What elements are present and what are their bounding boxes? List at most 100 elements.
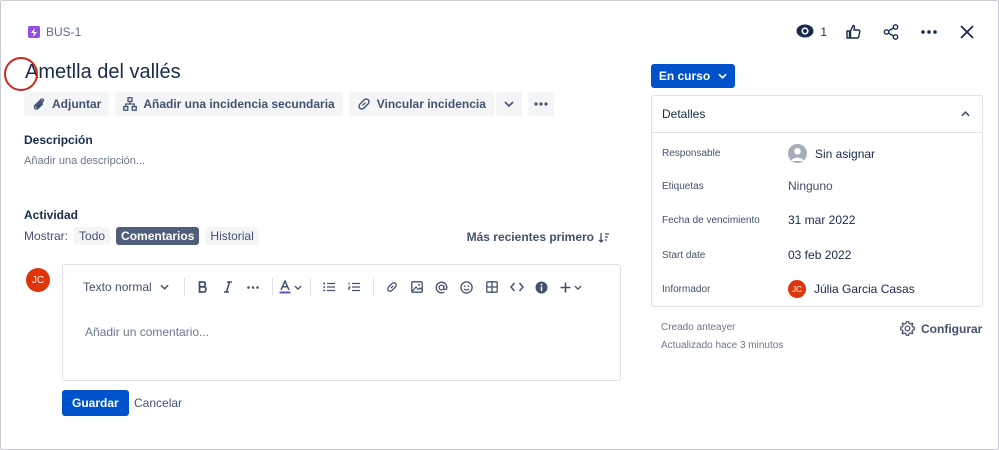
insert-image-button[interactable] [405, 276, 429, 298]
link-icon [358, 98, 370, 110]
link-issue-dropdown[interactable] [495, 92, 522, 116]
field-label: Start date [662, 249, 706, 261]
numbered-list-button[interactable] [342, 276, 366, 298]
add-child-label: Añadir una incidencia secundaria [143, 97, 335, 111]
description-label: Descripción [24, 133, 93, 147]
field-value: Sin asignar [815, 146, 876, 161]
field-value[interactable]: Ninguno [788, 179, 833, 193]
field-due-date: Fecha de vencimiento 31 mar 2022 [662, 213, 972, 227]
field-value[interactable]: 31 mar 2022 [788, 213, 855, 227]
bold-icon [198, 281, 207, 293]
more-actions-button[interactable] [917, 21, 941, 43]
more-icon [534, 102, 548, 106]
image-icon [410, 281, 423, 293]
toolbar-divider [372, 278, 374, 296]
bullet-list-icon [322, 282, 335, 292]
italic-icon [223, 281, 232, 293]
share-button[interactable] [879, 21, 903, 43]
description-input[interactable]: Añadir una descripción... [24, 155, 145, 167]
comment-input[interactable]: Añadir un comentario... [85, 325, 209, 339]
configure-button[interactable]: Configurar [900, 321, 982, 336]
activity-label: Actividad [24, 208, 79, 222]
issue-type-icon [28, 26, 40, 38]
toolbar-divider [271, 278, 273, 296]
field-assignee: Responsable Sin asignar [662, 144, 972, 163]
sort-icon [598, 232, 609, 243]
activity-filter-row: Mostrar: Todo Comentarios Historial [24, 227, 259, 245]
status-dropdown[interactable]: En curso [651, 64, 735, 88]
text-style-dropdown[interactable]: Texto normal [83, 276, 177, 298]
filter-all[interactable]: Todo [74, 227, 111, 245]
text-color-button[interactable] [279, 276, 303, 298]
toolbar-divider [183, 278, 185, 296]
field-value: Júlia Garcia Casas [814, 282, 915, 296]
thumbs-up-icon [846, 24, 861, 39]
text-color-icon [279, 280, 291, 294]
field-label: Responsable [662, 148, 721, 159]
insert-link-button[interactable] [380, 276, 404, 298]
issue-toolbar: Adjuntar Añadir una incidencia secundari… [24, 92, 554, 116]
filter-comments[interactable]: Comentarios [116, 227, 200, 245]
chevron-up-icon [961, 111, 970, 117]
editor-toolbar: Texto normal [83, 276, 584, 298]
save-button[interactable]: Guardar [62, 390, 129, 416]
paperclip-icon [33, 98, 45, 110]
gear-icon [900, 321, 915, 336]
field-label: Etiquetas [662, 180, 704, 192]
comment-editor[interactable]: Texto normal Añadir un comentario... [62, 264, 621, 381]
info-icon [535, 281, 548, 293]
add-child-issue-button[interactable]: Añadir una incidencia secundaria [115, 92, 343, 116]
issue-key: BUS-1 [46, 25, 82, 39]
code-button[interactable] [505, 276, 529, 298]
chevron-down-icon [504, 101, 514, 107]
link-issue-group: Vincular incidencia [348, 92, 522, 116]
sort-label: Más recientes primero [466, 230, 594, 244]
issue-title[interactable]: Ametlla del vallés [25, 61, 181, 84]
sort-button[interactable]: Más recientes primero [467, 230, 610, 244]
link-issue-button[interactable]: Vincular incidencia [348, 92, 494, 116]
close-button[interactable] [955, 21, 979, 43]
created-text: Creado anteayer [661, 322, 736, 333]
bold-button[interactable] [191, 276, 215, 298]
attach-label: Adjuntar [52, 97, 102, 111]
more-formatting-button[interactable] [241, 276, 265, 298]
configure-label: Configurar [921, 321, 983, 336]
filter-history[interactable]: Historial [205, 227, 259, 245]
field-reporter: Informador JC Júlia Garcia Casas [662, 280, 972, 298]
attach-button[interactable]: Adjuntar [24, 92, 110, 116]
issue-key-link[interactable]: BUS-1 [28, 25, 81, 39]
hierarchy-icon [123, 97, 138, 111]
watch-button[interactable]: 1 [796, 24, 827, 41]
field-start-date: Start date 03 feb 2022 [662, 248, 972, 262]
text-style-label: Texto normal [83, 280, 152, 294]
chevron-down-icon [294, 284, 302, 290]
field-label: Fecha de vencimiento [662, 214, 760, 226]
code-icon [509, 282, 524, 292]
annotation-circle [4, 57, 38, 91]
info-panel-button[interactable] [530, 276, 554, 298]
assignee-value[interactable]: Sin asignar [788, 144, 875, 163]
field-label: Informador [662, 283, 711, 295]
field-value[interactable]: 03 feb 2022 [788, 248, 851, 262]
link-icon [386, 282, 397, 292]
numbered-list-icon [347, 282, 360, 292]
insert-more-button[interactable] [559, 276, 583, 298]
top-actions: 1 [796, 21, 979, 43]
bullet-list-button[interactable] [317, 276, 341, 298]
watch-count: 1 [820, 25, 827, 39]
details-title: Detalles [662, 107, 706, 121]
insert-table-button[interactable] [480, 276, 504, 298]
details-panel: Detalles Responsable Sin asignar Etiquet… [651, 95, 983, 307]
link-issue-label: Vincular incidencia [376, 97, 486, 111]
italic-button[interactable] [216, 276, 240, 298]
table-icon [485, 281, 498, 293]
reporter-value[interactable]: JC Júlia Garcia Casas [788, 280, 915, 298]
emoji-button[interactable] [455, 276, 479, 298]
cancel-button[interactable]: Cancelar [126, 390, 190, 416]
mention-button[interactable] [430, 276, 454, 298]
mention-icon [435, 281, 448, 293]
more-toolbar-button[interactable] [527, 92, 554, 116]
details-header[interactable]: Detalles [652, 96, 982, 133]
like-button[interactable] [841, 21, 865, 43]
close-icon [960, 25, 974, 39]
